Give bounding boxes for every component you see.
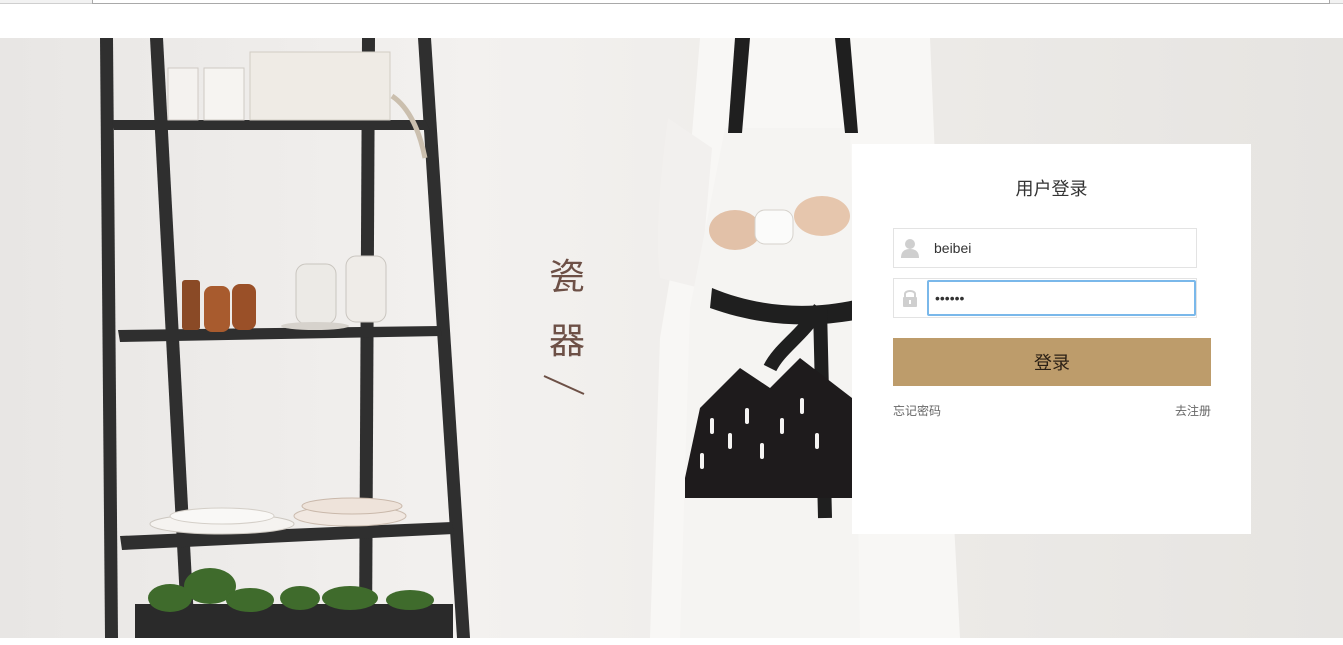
password-input[interactable] — [927, 280, 1196, 316]
username-field[interactable] — [893, 228, 1197, 268]
login-button[interactable]: 登录 — [893, 338, 1211, 386]
brand-char-2: 器 — [548, 321, 585, 362]
password-field[interactable] — [893, 278, 1197, 318]
username-input[interactable] — [926, 229, 1196, 267]
register-link[interactable]: 去注册 — [1175, 402, 1211, 419]
brand-char-1: 瓷 — [548, 257, 585, 298]
login-links: 忘记密码 去注册 — [893, 402, 1211, 419]
browser-top-strip — [0, 0, 1343, 10]
browser-address-bar[interactable] — [92, 0, 1330, 4]
lock-icon — [894, 279, 926, 317]
login-title: 用户登录 — [1015, 179, 1088, 199]
forgot-password-link[interactable]: 忘记密码 — [893, 404, 941, 418]
brand-vertical-text: 瓷 器 — [542, 246, 592, 374]
login-panel: 用户登录 登录 忘记密码 去注册 — [852, 144, 1251, 534]
user-icon — [894, 229, 926, 267]
brand-slash-decoration — [543, 375, 585, 395]
